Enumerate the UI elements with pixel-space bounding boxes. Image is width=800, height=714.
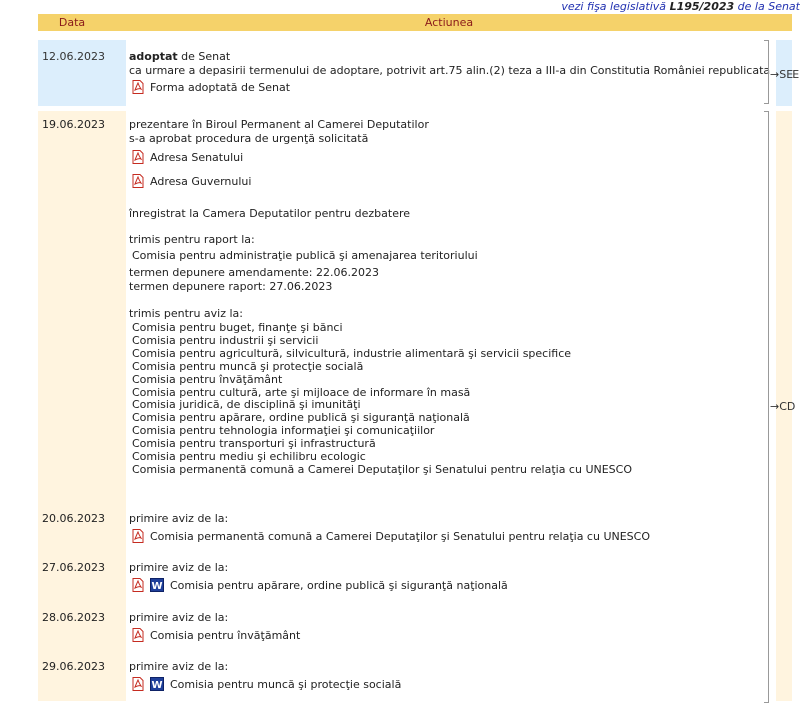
- entry-date: 19.06.2023: [42, 118, 105, 131]
- word-icon: W: [150, 677, 164, 691]
- aviz-doc-link[interactable]: W Comisia pentru apărare, ordine publică …: [132, 578, 508, 592]
- word-icon: W: [150, 578, 164, 592]
- legislative-file-link[interactable]: vezi fişa legislativă L195/2023 de la Se…: [561, 0, 800, 13]
- entry-date: 28.06.2023: [42, 611, 105, 624]
- entry-text: trimis pentru aviz la:: [129, 307, 243, 320]
- cd-brace: [764, 111, 769, 703]
- pdf-icon: [132, 174, 144, 188]
- committee: Comisia pentru administraţie publică şi …: [132, 249, 478, 262]
- adoption-reason: ca urmare a depasirii termenului de adop…: [129, 64, 771, 77]
- svg-text:W: W: [151, 680, 162, 691]
- aviz-doc-link[interactable]: Comisia permanentă comună a Camerei Depu…: [132, 529, 650, 543]
- doc-label: Comisia pentru apărare, ordine publică ş…: [170, 579, 508, 592]
- entry-text: înregistrat la Camera Deputatilor pentru…: [129, 207, 411, 220]
- date: 12.06.2023: [42, 50, 105, 63]
- entry-date: 20.06.2023: [42, 512, 105, 525]
- senate-brace: [764, 40, 769, 104]
- pdf-icon: [132, 80, 144, 94]
- header-data: Data: [58, 16, 86, 29]
- committee: Comisia pentru industrii şi servicii: [132, 333, 319, 347]
- svg-text:W: W: [151, 581, 162, 592]
- by-label: de Senat: [181, 50, 231, 63]
- senate-side-text: →SE: [770, 68, 794, 81]
- committee: Comisia pentru învăţământ: [132, 372, 283, 386]
- aviz-doc-link[interactable]: W Comisia pentru muncă şi protecţie socia…: [132, 677, 401, 691]
- doc-label: Adresa Senatului: [150, 151, 244, 164]
- entry-text: primire aviz de la:: [129, 512, 229, 525]
- entry-text: s-a aprobat procedura de urgenţă solicit…: [129, 132, 369, 145]
- deadline: termen depunere raport: 27.06.2023: [129, 280, 333, 293]
- entry-text: primire aviz de la:: [129, 561, 229, 574]
- committee: Comisia pentru muncă şi protecţie social…: [132, 359, 364, 373]
- entry-text: prezentare în Biroul Permanent al Camere…: [129, 118, 429, 131]
- entry-text: primire aviz de la:: [129, 660, 229, 673]
- pdf-icon: [132, 578, 144, 592]
- cd-side-label: →CD: [770, 400, 796, 413]
- link-prefix: vezi fişa legislativă: [561, 0, 667, 13]
- pdf-icon: [132, 150, 144, 164]
- adresa-guvernului-link[interactable]: Adresa Guvernului: [132, 174, 251, 188]
- committee: Comisia permanentă comună a Camerei Depu…: [132, 462, 632, 476]
- link-code: L195/2023: [669, 0, 735, 13]
- header-actiunea: Actiunea: [424, 16, 474, 29]
- entry-date: 29.06.2023: [42, 660, 105, 673]
- adopted-label: adoptat: [129, 50, 178, 63]
- pdf-icon: [132, 529, 144, 543]
- doc-label: Comisia pentru învăţământ: [150, 629, 301, 642]
- doc-label: Adresa Guvernului: [150, 175, 252, 188]
- committee: Comisia pentru buget, finanţe şi bănci: [132, 321, 343, 334]
- deadline: termen depunere amendamente: 22.06.2023: [129, 266, 379, 279]
- table-header: Data Actiunea: [38, 14, 792, 31]
- form-label: Forma adoptată de Senat: [150, 81, 291, 94]
- link-suffix: de la Senat: [737, 0, 800, 13]
- pdf-icon: [132, 677, 144, 691]
- date-cell: 12.06.2023: [38, 40, 126, 106]
- doc-label: Comisia pentru muncă şi protecţie social…: [170, 678, 402, 691]
- doc-label: Comisia permanentă comună a Camerei Depu…: [150, 530, 650, 543]
- pdf-icon: [132, 628, 144, 642]
- entry-text: trimis pentru raport la:: [129, 233, 255, 246]
- aviz-doc-link[interactable]: Comisia pentru învăţământ: [132, 628, 300, 642]
- aviz-list: Comisia pentru buget, finanţe şi bănci C…: [132, 321, 632, 477]
- adresa-senatului-link[interactable]: Adresa Senatului: [132, 150, 243, 164]
- entry-date: 27.06.2023: [42, 561, 105, 574]
- committee: Comisia pentru agricultură, silvicultură…: [132, 346, 572, 360]
- form-link[interactable]: Forma adoptată de Senat: [132, 80, 290, 94]
- entry-text: primire aviz de la:: [129, 611, 229, 624]
- senate-row: 12.06.2023 adoptat de Senat ca urmare a …: [38, 40, 799, 106]
